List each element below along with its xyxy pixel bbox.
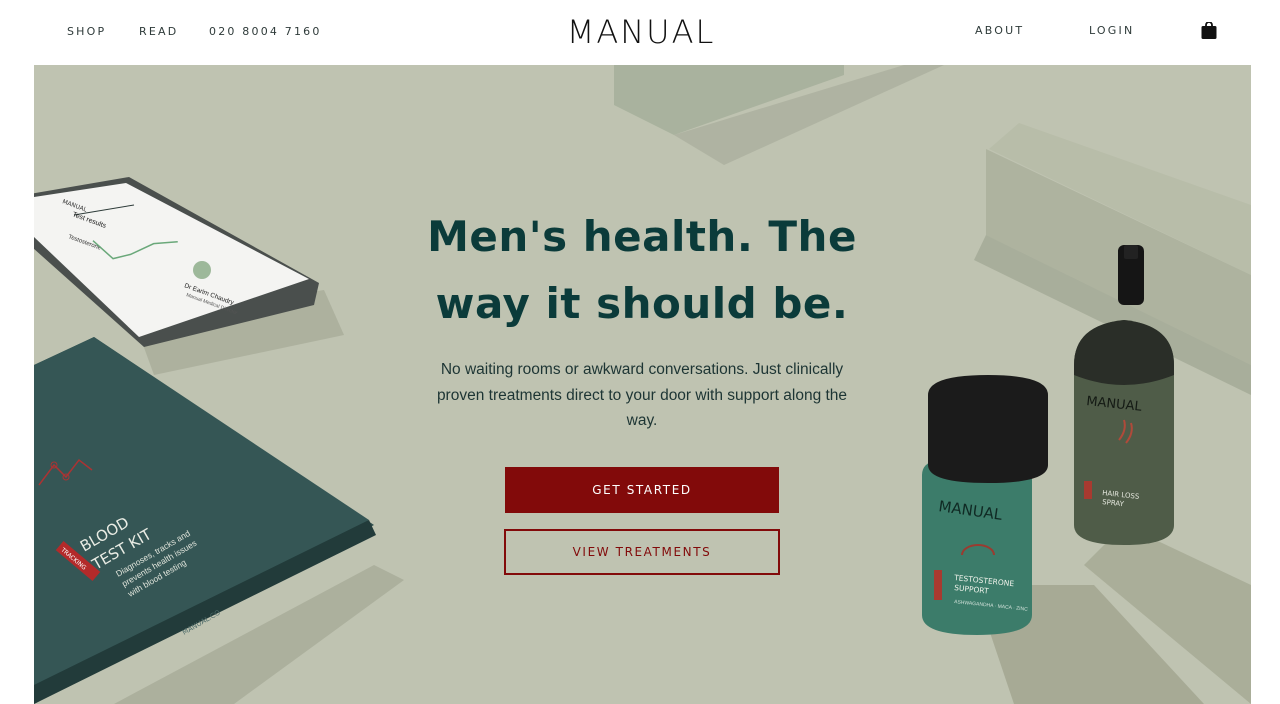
nav-read-link[interactable]: READ	[139, 25, 178, 38]
blood-test-kit-box: BLOOD TEST KIT Diagnoses, tracks and pre…	[34, 337, 376, 704]
shelf-block-top	[614, 65, 944, 165]
nav-login-link[interactable]: LOGIN	[1089, 24, 1134, 37]
nav-shop-link[interactable]: SHOP	[67, 25, 106, 38]
nav-phone-link[interactable]: 020 8004 7160	[209, 25, 322, 38]
view-treatments-button[interactable]: VIEW TREATMENTS	[504, 529, 780, 575]
brand-logo[interactable]: MANUAL	[566, 12, 716, 52]
hero-headline: Men's health. The way it should be.	[427, 212, 857, 328]
hero-subtext: No waiting rooms or awkward conversation…	[436, 361, 848, 429]
nav-about-link[interactable]: ABOUT	[975, 24, 1024, 37]
top-navigation: SHOP READ 020 8004 7160 MANUAL ABOUT LOG…	[0, 0, 1280, 64]
testosterone-support-jar: MANUAL TESTOSTERONE SUPPORT ASHWAGANDHA …	[922, 375, 1048, 635]
hero-banner: MANUAL Test results Testosterone Dr Eari…	[34, 65, 1251, 704]
doctor-avatar	[193, 261, 211, 279]
get-started-button[interactable]: GET STARTED	[505, 467, 779, 513]
shopping-bag-icon[interactable]	[1201, 22, 1217, 39]
